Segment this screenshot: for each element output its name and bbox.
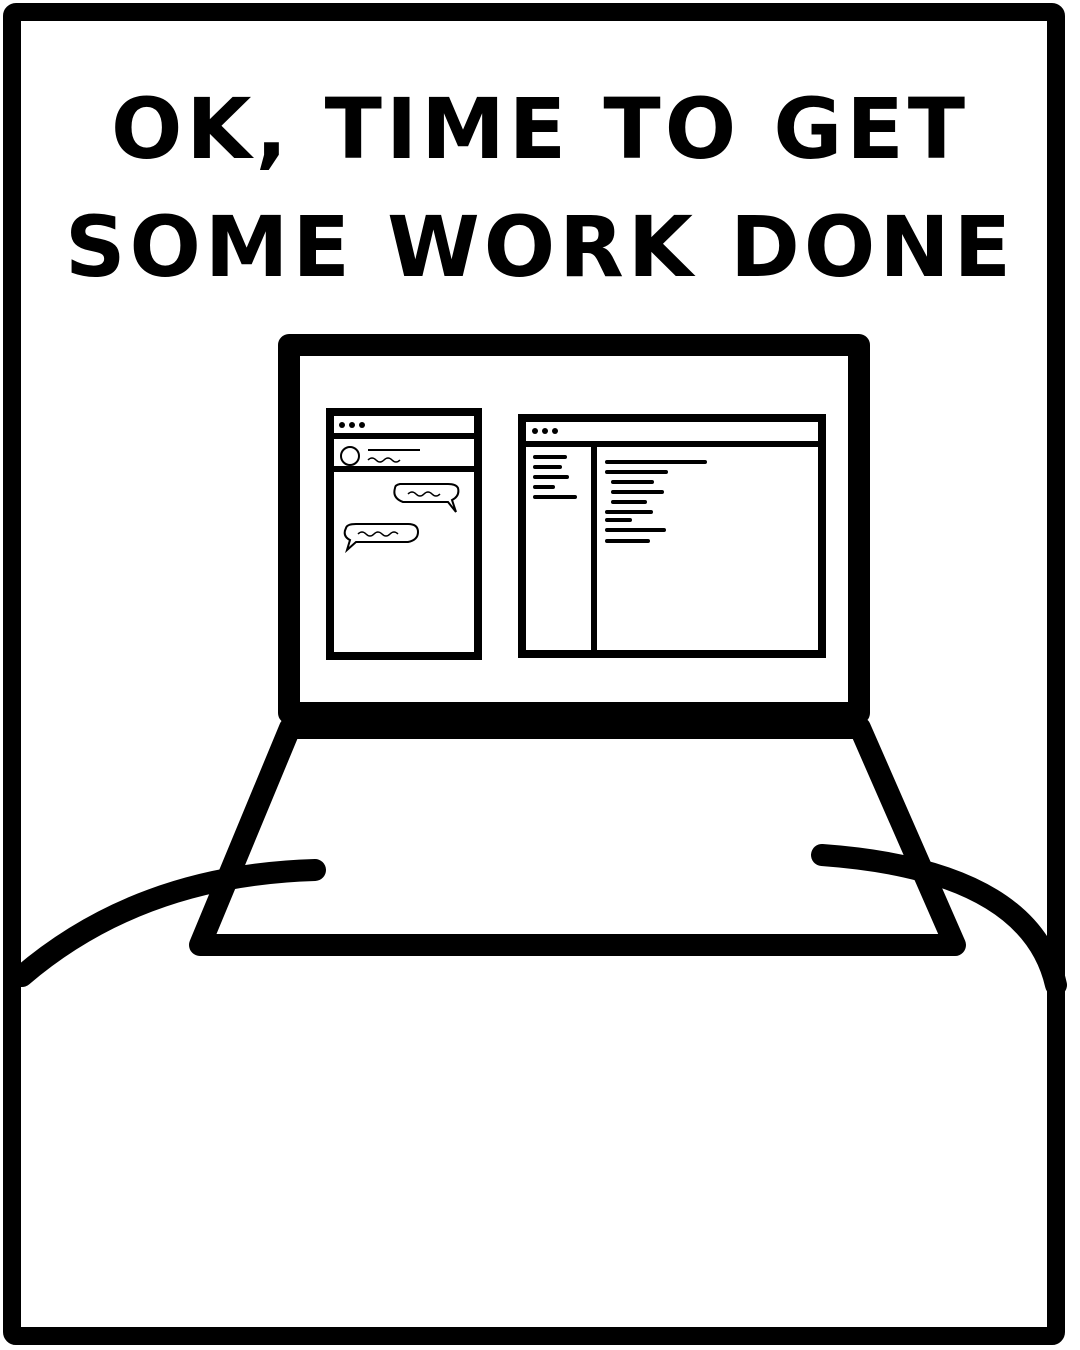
comic-caption: OK, TIME TO GET SOME WORK DONE — [60, 70, 1020, 306]
caption-line-1: OK, TIME TO GET — [111, 80, 969, 178]
code-editor-window-icon — [518, 414, 826, 658]
caption-line-2: SOME WORK DONE — [64, 198, 1016, 296]
code-window-frame — [518, 414, 826, 658]
chat-window-icon — [326, 408, 482, 660]
chat-avatar — [340, 446, 360, 466]
laptop-base — [189, 717, 966, 956]
comic-panel: OK, TIME TO GET SOME WORK DONE — [0, 0, 1080, 1350]
